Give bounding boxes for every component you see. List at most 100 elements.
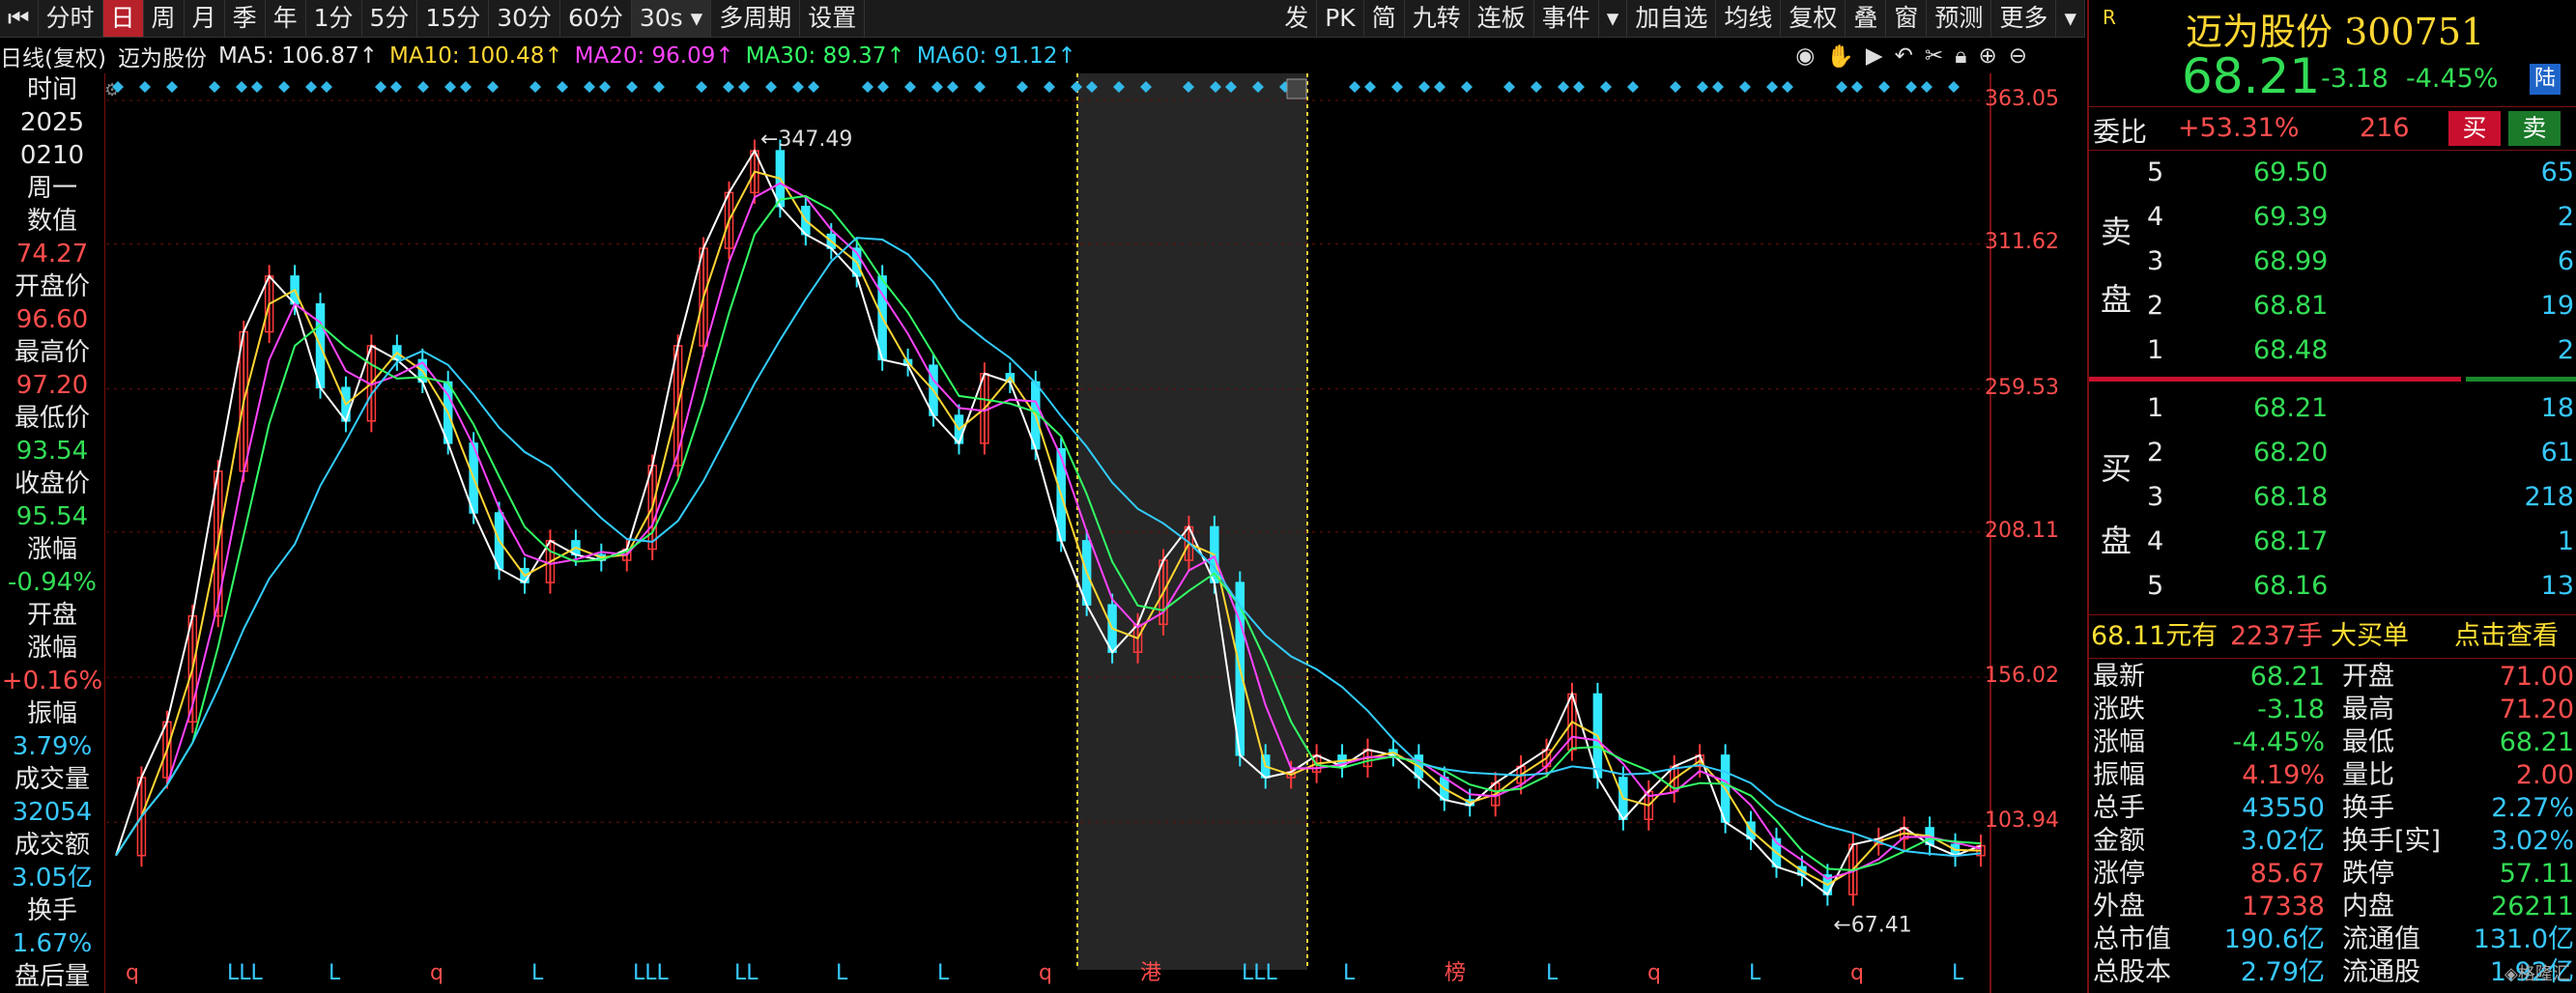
bids-row[interactable]: 1 68.21 18 — [2089, 390, 2576, 427]
open-change-label-2: 涨幅 — [26, 634, 77, 663]
high-price-marker: ←347.49 — [760, 128, 852, 152]
event-marker-icon — [209, 81, 220, 93]
event-marker-icon — [417, 81, 429, 93]
close-label: 收盘价 — [14, 469, 90, 498]
period-tab[interactable]: 周 — [144, 0, 185, 37]
toolbar-action[interactable]: 加自选 — [1627, 0, 1717, 37]
toolbar-action[interactable]: PK — [1317, 0, 1364, 37]
stat-row: 涨幅 -4.45% 最低 68.21 — [2089, 726, 2576, 759]
stock-title: 迈为股份 300751 — [2186, 2, 2484, 55]
zoom-in-icon[interactable]: ⊕ — [1978, 43, 1996, 69]
play-icon[interactable]: ▶ — [1866, 43, 1883, 69]
toolbar-action[interactable]: 叠 — [1846, 0, 1887, 37]
asks-row[interactable]: 1 68.48 2 — [2089, 332, 2576, 369]
high-label: 最高价 — [14, 338, 90, 367]
hand-icon[interactable]: ✋ — [1826, 43, 1854, 70]
asks-row[interactable]: 4 69.39 2 — [2089, 199, 2576, 236]
stat-value: 71.00 — [2499, 662, 2574, 692]
event-marker-icon — [1600, 81, 1612, 93]
event-tag: L — [531, 961, 544, 985]
event-tag: q — [126, 961, 139, 985]
period-tab[interactable]: 多周期 — [711, 0, 801, 37]
period-tab[interactable]: 分时 — [39, 0, 103, 37]
toolbar-action[interactable]: 简 — [1364, 0, 1405, 37]
change-value: -0.94% — [8, 568, 97, 597]
eye-icon[interactable]: ◉ — [1795, 43, 1815, 69]
toolbar-back-icon[interactable]: ⏮ — [0, 0, 39, 37]
data-window: 时间 2025 0210 周一 数值 74.27 开盘价 96.60 最高价 9… — [0, 73, 105, 993]
stat-label: 最新 — [2093, 662, 2145, 692]
big-order-link[interactable]: 点击查看 — [2454, 615, 2559, 658]
volume: 2 — [2557, 202, 2574, 232]
period-tab[interactable]: 5分 — [362, 0, 418, 37]
date-value: 0210 — [19, 141, 85, 170]
toolbar-action[interactable]: 复权 — [1781, 0, 1846, 37]
toolbar-action[interactable]: 预测 — [1927, 0, 1992, 37]
period-tab[interactable]: 设置 — [800, 0, 866, 37]
period-tab[interactable]: 30分 — [489, 0, 561, 37]
asks-row[interactable]: 3 68.99 6 — [2089, 243, 2576, 280]
open-change-value: +0.16% — [1, 667, 103, 695]
event-tag: LLL — [1242, 961, 1278, 985]
bids-row[interactable]: 2 68.20 61 — [2089, 435, 2576, 471]
big-order-bar[interactable]: 68.11元有 2237手 大买单 点击查看 — [2089, 614, 2576, 659]
event-marker-icon — [251, 81, 263, 93]
lock-icon[interactable]: 🔒︎ — [1955, 43, 1966, 69]
toolbar-action[interactable]: 九转 — [1405, 0, 1470, 37]
period-tab[interactable]: 15分 — [417, 0, 490, 37]
ma60-label: MA60: 91.12↑ — [916, 43, 1076, 69]
level: 5 — [2147, 571, 2164, 601]
stat-row: 总手 43550 换手 2.27% — [2089, 792, 2576, 825]
undo-icon[interactable]: ↶ — [1895, 43, 1913, 69]
chart-period-label[interactable]: 日线(复权) — [0, 40, 106, 72]
volume-label: 成交量 — [14, 765, 90, 794]
stat-label: 外盘 — [2093, 892, 2145, 922]
zoom-out-icon[interactable]: ⊖ — [2009, 43, 2027, 69]
event-marker-icon — [765, 81, 777, 93]
period-tab[interactable]: 年 — [266, 0, 306, 37]
event-marker-icon — [1697, 81, 1708, 93]
period-tabs: 分时日周月季年 1分 5分 15分 30分 60分 30s ▾ 多周期 设置 — [39, 0, 866, 37]
volume: 13 — [2540, 571, 2574, 601]
asks-row[interactable]: 5 69.50 65 — [2089, 155, 2576, 191]
bids-row[interactable]: 3 68.18 218 — [2089, 479, 2576, 516]
period-tab[interactable]: 30s ▾ — [631, 0, 712, 37]
event-dropdown-icon[interactable]: ▾ — [1599, 0, 1628, 37]
stat-label: 总手 — [2093, 793, 2145, 823]
webi-label: 委比 — [2093, 116, 2148, 148]
price-axis: 363.05 311.62 259.53 208.11 156.02 103.94 — [1985, 73, 2087, 993]
stock-name: 迈为股份 — [2186, 11, 2333, 53]
price-axis-label: 103.94 — [1985, 809, 2059, 834]
stat-value: 68.21 — [2499, 727, 2574, 757]
period-tab[interactable]: 60分 — [560, 0, 632, 37]
toolbar-action[interactable]: 窗 — [1886, 0, 1928, 37]
period-tab[interactable]: 日 — [102, 0, 144, 37]
event-marker-icon — [1670, 81, 1681, 93]
event-tag: L — [1343, 961, 1356, 985]
price-change-pct: -4.45% — [2406, 64, 2499, 94]
buy-button[interactable]: 买 — [2448, 111, 2501, 146]
toolbar-action[interactable]: 事件 — [1534, 0, 1599, 37]
bids-row[interactable]: 4 68.17 1 — [2089, 524, 2576, 560]
event-tag: 榜 — [1445, 961, 1466, 985]
toolbar-action[interactable]: 发 — [1276, 0, 1318, 37]
sell-button[interactable]: 卖 — [2508, 111, 2561, 146]
period-tab[interactable]: 季 — [225, 0, 266, 37]
event-marker-icon — [1878, 81, 1890, 93]
kline-chart[interactable]: ←347.49←67.41q LLL Lq L LLL LL L Lq 港 LLL L 榜 Lq Lq L — [106, 73, 2087, 993]
dropdown-icon[interactable]: ▾ — [2056, 0, 2085, 37]
asks-row[interactable]: 2 68.81 19 — [2089, 288, 2576, 325]
scissors-icon[interactable]: ✂ — [1925, 43, 1943, 69]
toolbar-action[interactable]: 均线 — [1716, 0, 1782, 37]
toolbar-action[interactable]: 连板 — [1470, 0, 1534, 37]
event-marker-icon — [1739, 81, 1751, 93]
event-marker-icon — [321, 81, 332, 93]
period-tab[interactable]: 1分 — [306, 0, 362, 37]
event-marker-icon — [166, 81, 178, 93]
bids-row[interactable]: 5 68.16 13 — [2089, 568, 2576, 605]
event-marker-icon — [808, 81, 819, 93]
period-tab[interactable]: 月 — [185, 0, 225, 37]
toolbar-action[interactable]: 更多 — [1991, 0, 2057, 37]
event-tag: L — [1546, 961, 1559, 985]
close-value: 95.54 — [15, 502, 89, 531]
